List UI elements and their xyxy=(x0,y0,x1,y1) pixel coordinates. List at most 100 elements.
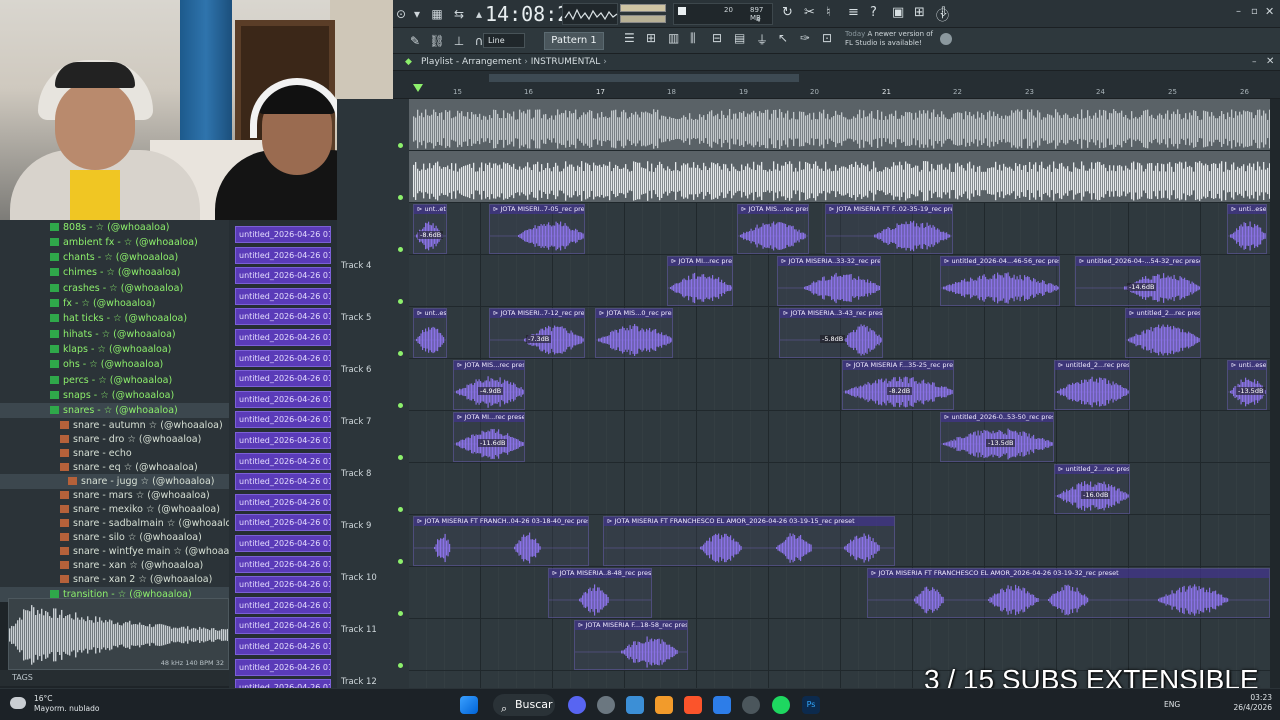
clip-list-item[interactable]: untitled_2026-04-26 01- xyxy=(235,411,331,429)
clip-list-item[interactable]: untitled_2026-04-26 01- xyxy=(235,349,331,367)
browser-item[interactable]: chants - ☆ (@whoaaloa) xyxy=(0,250,229,265)
clip-list-item[interactable]: untitled_2026-04-26 01- xyxy=(235,246,331,264)
maximize-icon[interactable]: ▫ xyxy=(1251,6,1258,17)
audio-clip[interactable]: ⊳ JOTA MISERIA F...35-25_rec preset -8.2d… xyxy=(842,360,954,410)
playhead-marker[interactable] xyxy=(413,84,423,92)
browser-item[interactable]: snare - mexiko ☆ (@whoaaloa) xyxy=(0,502,229,517)
browser-item[interactable]: snaps - ☆ (@whoaaloa) xyxy=(0,388,229,403)
clip-list-item[interactable]: untitled_2026-04-26 01- xyxy=(235,493,331,511)
master-pitch-slider[interactable] xyxy=(620,15,666,23)
track-mute-led[interactable] xyxy=(398,507,403,512)
clip-list-item[interactable]: untitled_2026-04-26 01- xyxy=(235,555,331,573)
track-mute-led[interactable] xyxy=(398,559,403,564)
search-box[interactable]: ⌕ Buscar xyxy=(493,694,555,716)
browser-item[interactable]: snare - wintfye main ☆ (@whoaaloa) xyxy=(0,544,247,559)
audio-clip[interactable]: ⊳ untitled_2026-0..53-50_rec preset -13.5… xyxy=(940,412,1054,462)
clip-list-item[interactable]: untitled_2026-04-26 01- xyxy=(235,370,331,388)
reset-icon[interactable]: ↻ xyxy=(782,5,793,20)
mic-icon[interactable]: ♮ xyxy=(826,5,831,20)
browser-item[interactable]: ambient fx - ☆ (@whoaaloa) xyxy=(0,235,229,250)
track-mute-led[interactable] xyxy=(398,247,403,252)
update-icon[interactable] xyxy=(940,33,952,45)
settings-icon[interactable] xyxy=(597,696,615,714)
arrow-tool-icon[interactable]: ↖ xyxy=(778,31,788,45)
audio-clip[interactable]: ⊳ untitled_2026-04-...54-32_rec preset -1… xyxy=(1075,256,1201,306)
track-mute-led[interactable] xyxy=(398,351,403,356)
browser-item[interactable]: klaps - ☆ (@whoaaloa) xyxy=(0,342,229,357)
browser-item[interactable]: snare - mars ☆ (@whoaaloa) xyxy=(0,488,229,503)
audio-clip[interactable]: ⊳ untitled_2...rec preset -16.0dB xyxy=(1054,464,1130,514)
audio-clip[interactable]: ⊳ untitled_2...rec preset xyxy=(1054,360,1130,410)
clip-list-item[interactable]: untitled_2026-04-26 01- xyxy=(235,596,331,614)
audio-clip[interactable]: ⊳ unt..et -8.6dB xyxy=(413,204,447,254)
sample-preview[interactable]: 48 kHz 140 BPM 32 xyxy=(8,598,229,670)
browser-item[interactable]: snare - xan 2 ☆ (@whoaaloa) xyxy=(0,572,229,587)
clipboard-icon[interactable]: ▤ xyxy=(734,31,745,45)
clip-list-item[interactable]: untitled_2026-04-26 01- xyxy=(235,390,331,408)
browser-item[interactable]: chimes - ☆ (@whoaaloa) xyxy=(0,265,229,280)
track-mute-led[interactable] xyxy=(398,403,403,408)
discord-icon[interactable] xyxy=(568,696,586,714)
track-lane[interactable] xyxy=(409,463,1270,515)
piano-roll-icon[interactable]: ⊞ xyxy=(646,31,656,45)
browser-item[interactable]: ohs - ☆ (@whoaaloa) xyxy=(0,357,229,372)
plug-icon[interactable]: ⏚ xyxy=(756,31,768,48)
minimize-icon[interactable]: – xyxy=(1236,6,1241,17)
brave-icon[interactable] xyxy=(684,696,702,714)
audio-clip[interactable]: ⊳ JOTA MIS...rec preset -4.9dB xyxy=(453,360,525,410)
playlist-minimize-icon[interactable]: – xyxy=(1252,57,1257,67)
chatgpt-icon[interactable] xyxy=(742,696,760,714)
track-mute-led[interactable] xyxy=(398,143,403,148)
browser-item[interactable]: snare - xan ☆ (@whoaaloa) xyxy=(0,558,229,573)
clip-list-item[interactable]: untitled_2026-04-26 01- xyxy=(235,679,331,688)
tags-bar[interactable]: TAGS xyxy=(0,670,229,686)
clip-list-item[interactable]: untitled_2026-04-26 01- xyxy=(235,658,331,676)
mixer-icon[interactable]: ≡ xyxy=(848,5,859,20)
audio-clip[interactable]: ⊳ untitled_2...rec preset xyxy=(1125,308,1201,358)
browser-item[interactable]: percs - ☆ (@whoaaloa) xyxy=(0,373,229,388)
tempo-down-icon[interactable]: ▾ xyxy=(409,6,425,22)
browser-item[interactable]: snare - sadbalmain ☆ (@whoaaloa) xyxy=(0,516,241,531)
browser-item[interactable]: fx - ☆ (@whoaaloa) xyxy=(0,296,229,311)
audio-clip[interactable]: ⊳ JOTA MISERIA FT F..02-35-19_rec preset xyxy=(825,204,953,254)
track-mute-led[interactable] xyxy=(398,611,403,616)
browser-view-icon[interactable]: ⊟ xyxy=(712,31,722,45)
browser-item[interactable]: snare - jugg ☆ (@whoaaloa) xyxy=(0,474,229,489)
track-name[interactable]: Track 7 xyxy=(341,417,371,427)
audio-clip[interactable]: ⊳ JOTA MISERIA FT FRANCHESCO EL AMOR_202… xyxy=(867,568,1270,618)
audio-clip[interactable]: ⊳ unti..eset xyxy=(1227,204,1267,254)
audio-clip[interactable]: ⊳ JOTA MISERI..7-12_rec preset -7.3dB xyxy=(489,308,585,358)
clip-list-item[interactable]: untitled_2026-04-26 01- xyxy=(235,226,331,243)
clip-list-item[interactable]: untitled_2026-04-26 01- xyxy=(235,452,331,470)
browser-item[interactable]: hihats - ☆ (@whoaaloa) xyxy=(0,327,229,342)
channel-rack-icon[interactable]: ▥ xyxy=(668,31,679,45)
close-icon[interactable]: ✕ xyxy=(1265,5,1274,18)
track-name[interactable]: Track 11 xyxy=(341,625,377,635)
horizontal-scrollbar[interactable] xyxy=(489,74,799,82)
audio-clip[interactable]: ⊳ JOTA MISERIA..3-43_rec preset -5.8dB xyxy=(779,308,883,358)
track-mute-led[interactable] xyxy=(398,195,403,200)
help-icon[interactable]: ? xyxy=(870,5,877,20)
clip-list-item[interactable]: untitled_2026-04-26 01- xyxy=(235,287,331,305)
clip-list-item[interactable]: untitled_2026-04-26 01- xyxy=(235,267,331,285)
browser-item[interactable]: snare - eq ☆ (@whoaaloa) xyxy=(0,460,229,475)
stamp-icon[interactable]: ⊥ xyxy=(451,33,467,49)
audio-clip[interactable]: ⊳ JOTA MISERIA FT FRANCHESCO EL AMOR_202… xyxy=(603,516,895,566)
track-lane[interactable] xyxy=(409,151,1270,203)
track-name[interactable]: Track 4 xyxy=(341,261,371,271)
clip-list-item[interactable]: untitled_2026-04-26 01- xyxy=(235,432,331,449)
export-icon[interactable]: ⇩ xyxy=(938,5,949,20)
audio-clip[interactable]: ⊳ JOTA MIS...0_rec preset xyxy=(595,308,673,358)
cut-icon[interactable]: ✂ xyxy=(804,5,815,20)
master-volume-slider[interactable] xyxy=(620,4,666,12)
clock-tray[interactable]: 03:23 26/4/2026 xyxy=(1234,693,1272,713)
timeline-ruler[interactable]: 15 16 17 18 19 20 21 22 23 24 25 26 xyxy=(393,71,1280,99)
browser-item[interactable]: snare - silo ☆ (@whoaaloa) xyxy=(0,530,229,545)
clip-list-item[interactable]: untitled_2026-04-26 01- xyxy=(235,473,331,491)
update-notice[interactable]: Today A newer version of FL Studio is av… xyxy=(845,30,955,52)
clip-list-item[interactable]: untitled_2026-04-26 01- xyxy=(235,617,331,635)
browser-item[interactable]: 808s - ☆ (@whoaaloa) xyxy=(0,220,229,235)
clip-list-item[interactable]: untitled_2026-04-26 01- xyxy=(235,638,331,655)
fl-studio-icon[interactable] xyxy=(655,696,673,714)
pattern-selector[interactable]: Pattern 1 xyxy=(544,32,604,50)
